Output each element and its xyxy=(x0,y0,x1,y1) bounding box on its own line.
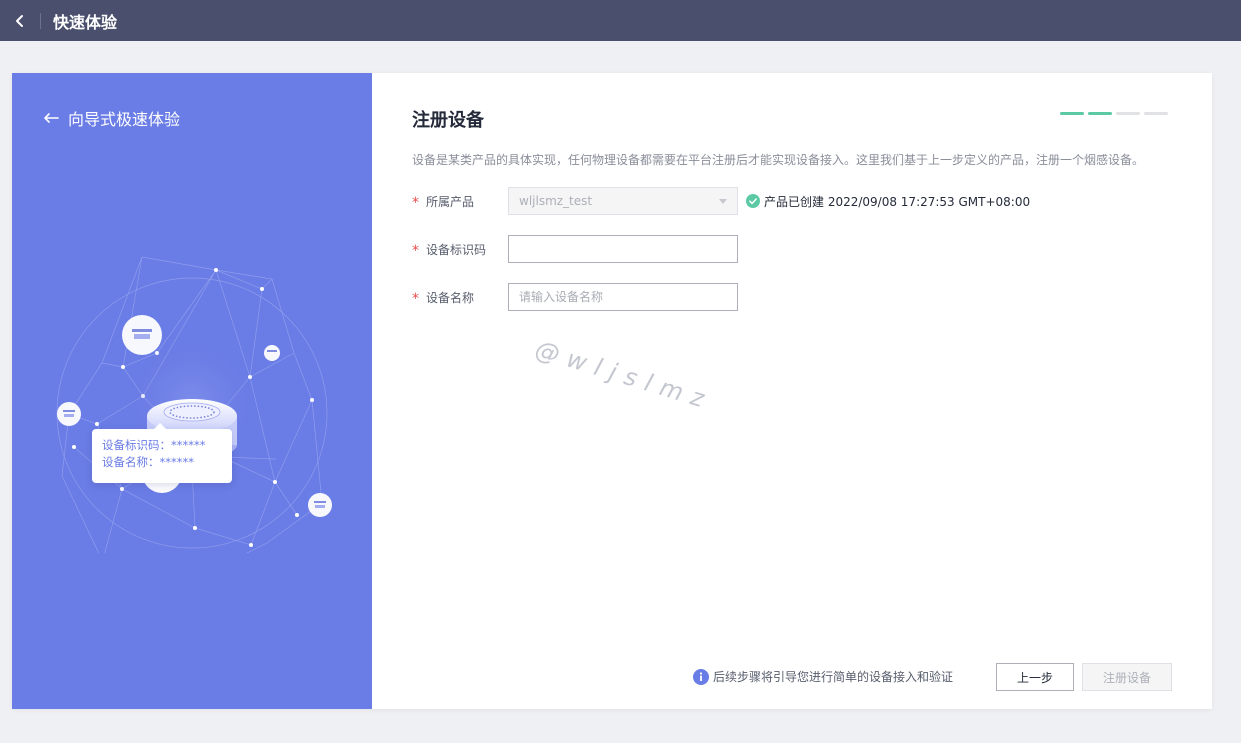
step-1 xyxy=(1060,112,1084,115)
required-mark: * xyxy=(412,291,419,307)
back-button[interactable] xyxy=(0,0,40,41)
tooltip-device-id: 设备标识码：****** xyxy=(102,438,206,452)
chevron-left-icon xyxy=(16,14,23,27)
footer-note: 后续步骤将引导您进行简单的设备接入和验证 xyxy=(693,668,953,685)
device-name-input[interactable] xyxy=(508,283,738,311)
device-name-label: 设备名称 xyxy=(426,290,475,305)
step-4 xyxy=(1144,112,1168,115)
form-title: 注册设备 xyxy=(412,110,484,131)
required-mark: * xyxy=(412,243,419,259)
network-illustration xyxy=(56,256,332,553)
step-indicator xyxy=(1060,112,1168,115)
form-description: 设备是某类产品的具体实现，任何物理设备都需要在平台注册后才能实现设备接入。这里我… xyxy=(412,153,1145,167)
arrow-left-icon xyxy=(44,113,59,123)
step-2 xyxy=(1088,112,1112,115)
product-select[interactable]: wljlsmz_test xyxy=(508,187,738,215)
page-title: 快速体验 xyxy=(53,12,118,32)
divider xyxy=(40,12,41,29)
product-label: 所属产品 xyxy=(426,194,475,209)
guide-back-label: 向导式极速体验 xyxy=(68,110,181,129)
check-circle-icon xyxy=(746,194,760,208)
previous-step-button[interactable]: 上一步 xyxy=(996,663,1074,691)
device-id-input[interactable] xyxy=(508,235,738,263)
footer-note-text: 后续步骤将引导您进行简单的设备接入和验证 xyxy=(713,670,954,684)
required-mark: * xyxy=(412,195,419,211)
product-created-text: 产品已创建 2022/09/08 17:27:53 GMT+08:00 xyxy=(764,194,1031,209)
register-device-button[interactable]: 注册设备 xyxy=(1082,663,1172,691)
device-id-label: 设备标识码 xyxy=(426,242,487,257)
product-row: * 所属产品 wljlsmz_test 产品已创建 2022/09/08 17:… xyxy=(412,187,1030,215)
register-form: 注册设备 设备是某类产品的具体实现，任何物理设备都需要在平台注册后才能实现设备接… xyxy=(372,73,1212,709)
product-select-value: wljlsmz_test xyxy=(519,194,593,208)
top-bar: 快速体验 xyxy=(0,0,1241,41)
product-created-status: 产品已创建 2022/09/08 17:27:53 GMT+08:00 xyxy=(746,193,1030,210)
device-id-row: * 设备标识码 xyxy=(412,235,738,263)
tooltip-device-name: 设备名称：****** xyxy=(102,455,194,469)
watermark-text: @wljslmz xyxy=(531,335,717,416)
device-info-tooltip: 设备标识码：****** 设备名称：****** xyxy=(92,423,232,483)
info-icon xyxy=(693,668,709,685)
chevron-down-icon xyxy=(719,198,727,204)
main-card: 向导式极速体验 设备标识码：****** 设备名称：****** 注册设备 设备… xyxy=(12,73,1212,709)
guide-back-link[interactable]: 向导式极速体验 xyxy=(42,106,180,130)
device-name-row: * 设备名称 xyxy=(412,283,738,311)
guide-panel: 向导式极速体验 设备标识码：****** 设备名称：****** xyxy=(12,73,372,709)
step-3 xyxy=(1116,112,1140,115)
